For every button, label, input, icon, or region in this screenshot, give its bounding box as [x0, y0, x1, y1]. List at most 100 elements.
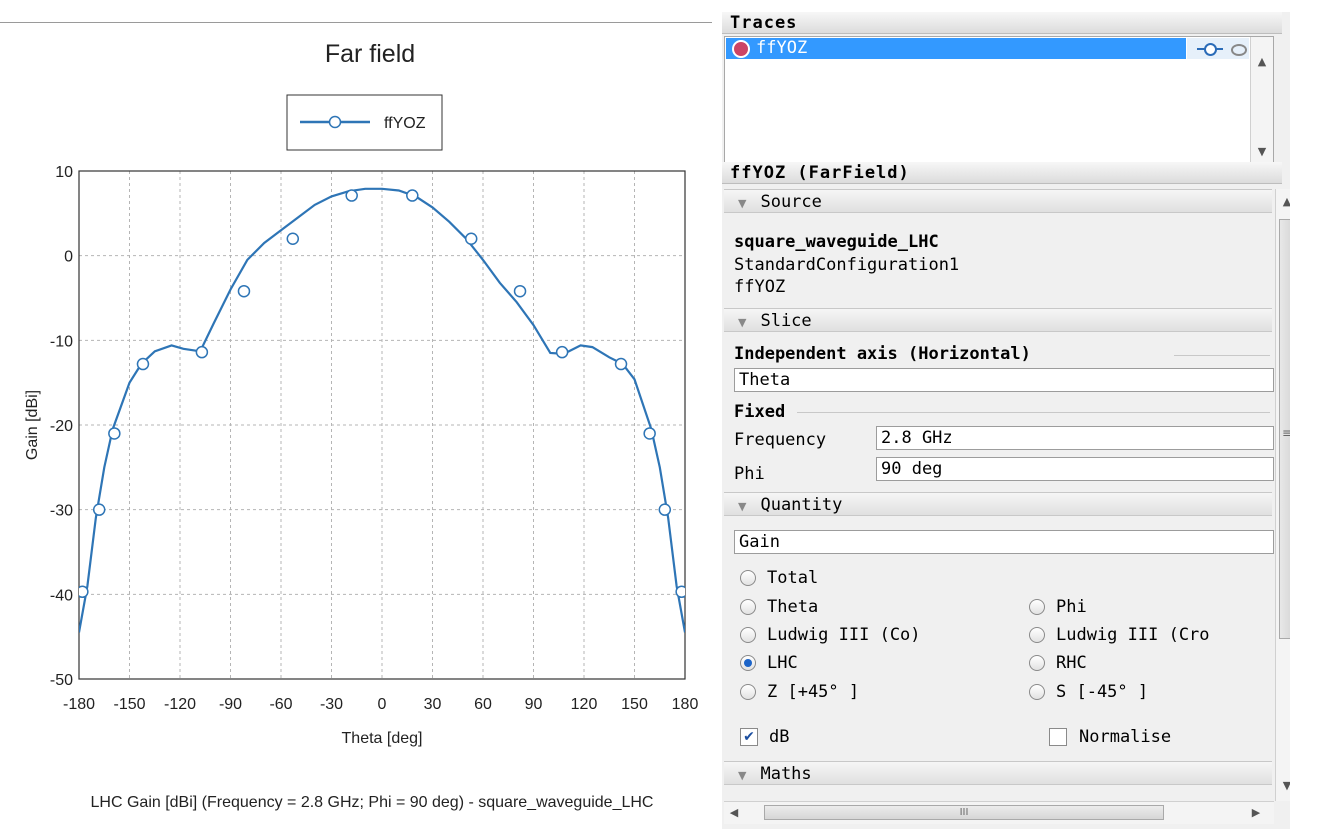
chart-footer: LHC Gain [dBi] (Frequency = 2.8 GHz; Phi…	[91, 794, 654, 811]
source-farfield: ffYOZ	[734, 277, 786, 297]
section-maths[interactable]: ▼ Maths	[724, 761, 1272, 785]
traces-list[interactable]: ffYOZ ▲ ▼	[724, 36, 1274, 166]
db-checkbox[interactable]: ✔	[740, 728, 758, 746]
radio-lhc-label: LHC	[767, 653, 798, 673]
phi-select[interactable]: 90 deg	[876, 457, 1274, 481]
radio-rhc-label: RHC	[1056, 653, 1087, 673]
fixed-label: Fixed	[734, 402, 786, 422]
collapse-triangle-icon[interactable]: ▼	[738, 316, 746, 329]
trace-item-label: ffYOZ	[756, 38, 808, 58]
properties-hscrollbar[interactable]: ◀ III ▶	[724, 801, 1274, 824]
properties-header: ffYOZ (FarField)	[722, 162, 1282, 184]
x-tick-label: -180	[63, 696, 95, 713]
series-marker	[643, 427, 656, 440]
section-quantity[interactable]: ▼ Quantity	[724, 492, 1272, 516]
series-marker	[92, 503, 106, 516]
x-tick-label: -30	[320, 696, 343, 713]
properties-panel: Traces ffYOZ ▲ ▼ ffYOZ (FarField) ▼ Sourc…	[722, 12, 1290, 829]
radio-lhc[interactable]	[740, 655, 756, 671]
traces-scrollbar[interactable]: ▲ ▼	[1250, 37, 1273, 165]
radio-theta[interactable]	[740, 599, 756, 615]
visibility-eye-icon[interactable]	[1231, 44, 1247, 56]
x-tick-label: -60	[269, 696, 292, 713]
fieldset-line	[1174, 355, 1270, 356]
chart-panel: Far field ffYOZ 10 0 -10 -20 -30 -40 -50 -180-…	[0, 0, 712, 829]
radio-phi[interactable]	[1029, 599, 1045, 615]
legend-label: ffYOZ	[384, 115, 426, 132]
x-tick-label: 30	[424, 696, 442, 713]
radio-total[interactable]	[740, 570, 756, 586]
scroll-left-icon[interactable]: ◀	[724, 802, 744, 824]
normalise-checkbox[interactable]	[1049, 728, 1067, 746]
db-label: dB	[769, 727, 790, 747]
section-quantity-label: Quantity	[760, 495, 843, 515]
trace-item-ffYOZ[interactable]: ffYOZ	[726, 38, 1186, 59]
x-tick-label: 180	[672, 696, 699, 713]
series-marker	[286, 232, 300, 245]
radio-s[interactable]	[1029, 684, 1045, 700]
series-marker	[195, 345, 209, 359]
series-marker	[464, 232, 478, 245]
scrollbar-thumb[interactable]: ≡	[1279, 219, 1290, 639]
y-tick-labels: 10 0 -10 -20 -30 -40 -50	[50, 164, 73, 689]
scroll-right-icon[interactable]: ▶	[1246, 802, 1266, 824]
scroll-up-icon[interactable]: ▲	[1276, 191, 1290, 213]
properties-scrollbar[interactable]: ▲ ≡ ▼	[1275, 189, 1290, 801]
x-axis-label: Theta [deg]	[342, 730, 423, 747]
radio-z-label: Z [+45° ]	[767, 682, 860, 702]
series-marker	[108, 427, 121, 440]
x-tick-label: 120	[571, 696, 598, 713]
radio-ludwig-cross-label: Ludwig III (Cro	[1056, 625, 1210, 645]
x-tick-label: -120	[164, 696, 196, 713]
chart-legend: ffYOZ	[286, 94, 443, 151]
collapse-triangle-icon[interactable]: ▼	[738, 500, 746, 513]
collapse-triangle-icon[interactable]: ▼	[738, 197, 746, 210]
radio-rhc[interactable]	[1029, 655, 1045, 671]
series-marker	[136, 357, 150, 371]
far-field-chart: Far field ffYOZ 100-10-20-30-40-50 -180-…	[24, 40, 698, 811]
radio-theta-label: Theta	[767, 597, 819, 617]
fieldset-line	[797, 412, 1270, 413]
radio-total-label: Total	[767, 568, 819, 588]
radio-ludwig-cross[interactable]	[1029, 627, 1045, 643]
phi-label: Phi	[734, 464, 765, 484]
scroll-down-icon[interactable]: ▼	[1251, 141, 1273, 163]
scroll-up-icon[interactable]: ▲	[1251, 51, 1273, 73]
x-tick-label: -150	[113, 696, 145, 713]
x-tick-label: -90	[219, 696, 242, 713]
y-tick-label: 10	[55, 164, 73, 181]
series-marker	[406, 189, 419, 202]
y-tick-label: -40	[50, 587, 73, 604]
hscrollbar-thumb[interactable]: III	[764, 805, 1164, 820]
series-marker	[658, 503, 672, 516]
radio-phi-label: Phi	[1056, 597, 1087, 617]
traces-header: Traces	[722, 12, 1282, 34]
quantity-select[interactable]: Gain	[734, 530, 1274, 554]
y-tick-label: -20	[50, 418, 73, 435]
series-marker	[614, 357, 628, 371]
source-configuration: StandardConfiguration1	[734, 255, 960, 275]
x-tick-labels: -180 -150 -120 -90 -60 -30 0 30 60 90 120 150 180	[63, 696, 698, 713]
y-tick-label: -30	[50, 503, 73, 520]
x-tick-label: 150	[621, 696, 648, 713]
radio-z[interactable]	[740, 684, 756, 700]
normalise-label: Normalise	[1079, 727, 1172, 747]
x-tick-label: 0	[378, 696, 387, 713]
section-maths-label: Maths	[760, 764, 812, 784]
x-tick-label: 90	[525, 696, 543, 713]
scroll-down-icon[interactable]: ▼	[1276, 775, 1290, 797]
frequency-select[interactable]: 2.8 GHz	[876, 426, 1274, 450]
collapse-triangle-icon[interactable]: ▼	[738, 769, 746, 782]
chart-title: Far field	[325, 40, 415, 68]
series-marker	[345, 189, 358, 202]
source-project: square_waveguide_LHC	[734, 232, 939, 252]
independent-axis-select[interactable]: Theta	[734, 368, 1274, 392]
trace-style-controls[interactable]	[1187, 38, 1249, 59]
independent-axis-label: Independent axis (Horizontal)	[734, 344, 1031, 364]
radio-ludwig-co[interactable]	[740, 627, 756, 643]
marker-style-icon[interactable]	[1204, 43, 1217, 56]
section-source[interactable]: ▼ Source	[724, 189, 1272, 213]
radio-ludwig-co-label: Ludwig III (Co)	[767, 625, 921, 645]
series-marker	[237, 284, 251, 298]
section-slice[interactable]: ▼ Slice	[724, 308, 1272, 332]
